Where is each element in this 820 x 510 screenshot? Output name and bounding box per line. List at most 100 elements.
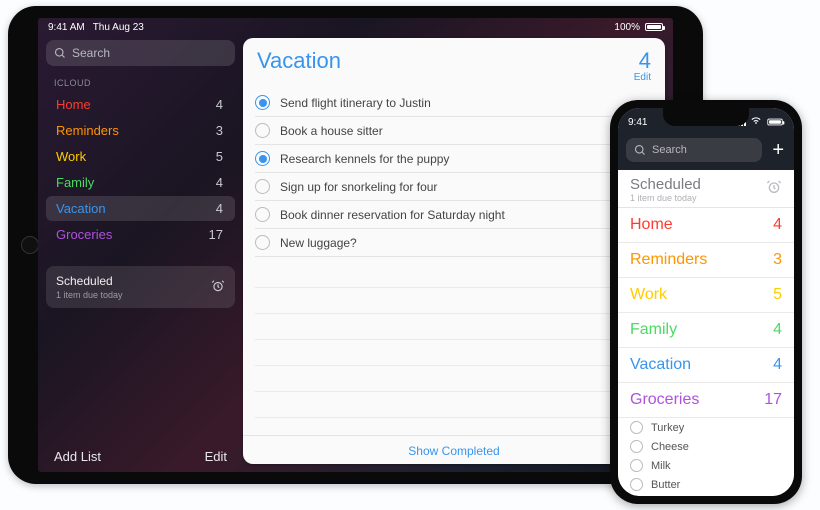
- list-edit-button[interactable]: Edit: [634, 72, 651, 83]
- scheduled-subtitle: 1 item due today: [630, 193, 766, 203]
- reminder-item[interactable]: Book dinner reservation for Saturday nig…: [255, 201, 653, 229]
- scheduled-row[interactable]: Scheduled 1 item due today: [618, 170, 794, 208]
- list-title: Vacation: [257, 48, 634, 74]
- reminder-checkbox[interactable]: [255, 151, 270, 166]
- search-placeholder: Search: [652, 144, 687, 156]
- reminder-checkbox[interactable]: [630, 478, 643, 491]
- sidebar-list-item[interactable]: Reminders 3: [46, 118, 235, 143]
- list-row[interactable]: Family 4: [618, 313, 794, 348]
- list-row[interactable]: Reminders 3: [618, 243, 794, 278]
- reminder-text: Book a house sitter: [280, 124, 383, 138]
- list-row[interactable]: Groceries 17: [618, 383, 794, 418]
- reminder-item[interactable]: Research kennels for the puppy: [255, 145, 653, 173]
- reminders-detail-panel: Vacation 4 Edit Send flight itinerary to…: [243, 38, 665, 464]
- iphone-notch: [663, 108, 749, 126]
- reminder-checkbox[interactable]: [630, 440, 643, 453]
- battery-percent: 100%: [614, 22, 640, 33]
- sidebar: Search ICLOUD Home4Reminders3Work5Family…: [38, 36, 243, 472]
- reminder-text: Send flight itinerary to Justin: [280, 96, 431, 110]
- list-name: Home: [56, 97, 91, 112]
- list-name: Vacation: [56, 201, 106, 216]
- reminder-checkbox[interactable]: [255, 207, 270, 222]
- list-row[interactable]: Home 4: [618, 208, 794, 243]
- iphone-device: 9:41 Search + Scheduled 1 item due today: [610, 100, 802, 504]
- wifi-icon: [750, 116, 762, 128]
- reminder-checkbox[interactable]: [255, 95, 270, 110]
- reminder-item[interactable]: Sign up for snorkeling for four: [255, 173, 653, 201]
- sidebar-list-item[interactable]: Family 4: [46, 170, 235, 195]
- reminder-item[interactable]: Cheese: [618, 437, 794, 456]
- scheduled-title: Scheduled: [630, 176, 766, 193]
- list-name: Vacation: [630, 356, 691, 374]
- scheduled-title: Scheduled: [56, 274, 211, 288]
- reminder-checkbox[interactable]: [630, 459, 643, 472]
- reminder-text: Cheese: [651, 441, 689, 453]
- reminder-text: Book dinner reservation for Saturday nig…: [280, 208, 505, 222]
- status-date: Thu Aug 23: [93, 22, 144, 33]
- sidebar-list-item[interactable]: Home4: [46, 92, 235, 117]
- ipad-device: 9:41 AM Thu Aug 23 100% Search ICLOUD Ho…: [8, 6, 703, 484]
- add-button[interactable]: +: [770, 140, 786, 160]
- alarm-icon: [766, 179, 782, 200]
- scheduled-card[interactable]: Scheduled 1 item due today: [46, 266, 235, 308]
- iphone-screen: 9:41 Search + Scheduled 1 item due today: [618, 108, 794, 496]
- reminder-checkbox[interactable]: [255, 179, 270, 194]
- list-name: Groceries: [56, 227, 112, 242]
- list-count: 4: [216, 201, 223, 216]
- list-count: 4: [773, 321, 782, 339]
- list-name: Family: [56, 175, 94, 190]
- status-time: 9:41 AM: [48, 22, 85, 33]
- empty-ruled-area[interactable]: [255, 262, 653, 435]
- list-count: 3: [773, 251, 782, 269]
- scheduled-subtitle: 1 item due today: [56, 290, 211, 300]
- list-name: Work: [56, 149, 86, 164]
- sidebar-list-item[interactable]: Vacation 4: [46, 196, 235, 221]
- list-count: 17: [764, 391, 782, 409]
- list-name: Groceries: [630, 391, 699, 409]
- list-count: 4: [773, 356, 782, 374]
- ipad-screen: 9:41 AM Thu Aug 23 100% Search ICLOUD Ho…: [38, 18, 673, 472]
- search-placeholder: Search: [72, 46, 110, 60]
- reminder-text: Turkey: [651, 422, 684, 434]
- list-name: Reminders: [630, 251, 707, 269]
- reminder-checkbox[interactable]: [255, 235, 270, 250]
- search-input[interactable]: Search: [46, 40, 235, 66]
- sidebar-list-item[interactable]: Groceries17: [46, 222, 235, 247]
- sidebar-list-item[interactable]: Work 5: [46, 144, 235, 169]
- reminder-item[interactable]: Butter: [618, 475, 794, 494]
- reminder-item[interactable]: Book a house sitter: [255, 117, 653, 145]
- search-icon: [54, 47, 66, 59]
- alarm-icon: [211, 279, 225, 296]
- list-row[interactable]: Work 5: [618, 278, 794, 313]
- reminder-checkbox[interactable]: [630, 421, 643, 434]
- battery-icon: [645, 23, 663, 31]
- list-row[interactable]: Vacation 4: [618, 348, 794, 383]
- list-name: Home: [630, 216, 673, 234]
- reminder-item[interactable]: Send flight itinerary to Justin: [255, 89, 653, 117]
- list-count: 5: [773, 286, 782, 304]
- reminder-item[interactable]: New luggage?: [255, 229, 653, 257]
- list-count: 3: [216, 123, 223, 138]
- show-completed-button[interactable]: Show Completed: [243, 435, 665, 464]
- list-count: 4: [773, 216, 782, 234]
- search-icon: [634, 144, 646, 156]
- list-count: 4: [634, 48, 651, 74]
- list-name: Reminders: [56, 123, 119, 138]
- ipad-status-bar: 9:41 AM Thu Aug 23 100%: [38, 18, 673, 36]
- reminder-checkbox[interactable]: [255, 123, 270, 138]
- list-name: Work: [630, 286, 667, 304]
- reminder-item[interactable]: Milk: [618, 456, 794, 475]
- search-input[interactable]: Search: [626, 138, 762, 162]
- edit-button[interactable]: Edit: [205, 449, 227, 464]
- list-name: Family: [630, 321, 677, 339]
- reminder-text: Sign up for snorkeling for four: [280, 180, 437, 194]
- list-count: 5: [216, 149, 223, 164]
- add-list-button[interactable]: Add List: [54, 449, 101, 464]
- reminder-item[interactable]: Turkey: [618, 418, 794, 437]
- battery-icon: [767, 119, 782, 126]
- reminder-text: Milk: [651, 460, 671, 472]
- ipad-home-button[interactable]: [21, 236, 39, 254]
- reminder-text: New luggage?: [280, 236, 357, 250]
- list-count: 4: [216, 175, 223, 190]
- reminder-text: Butter: [651, 479, 680, 491]
